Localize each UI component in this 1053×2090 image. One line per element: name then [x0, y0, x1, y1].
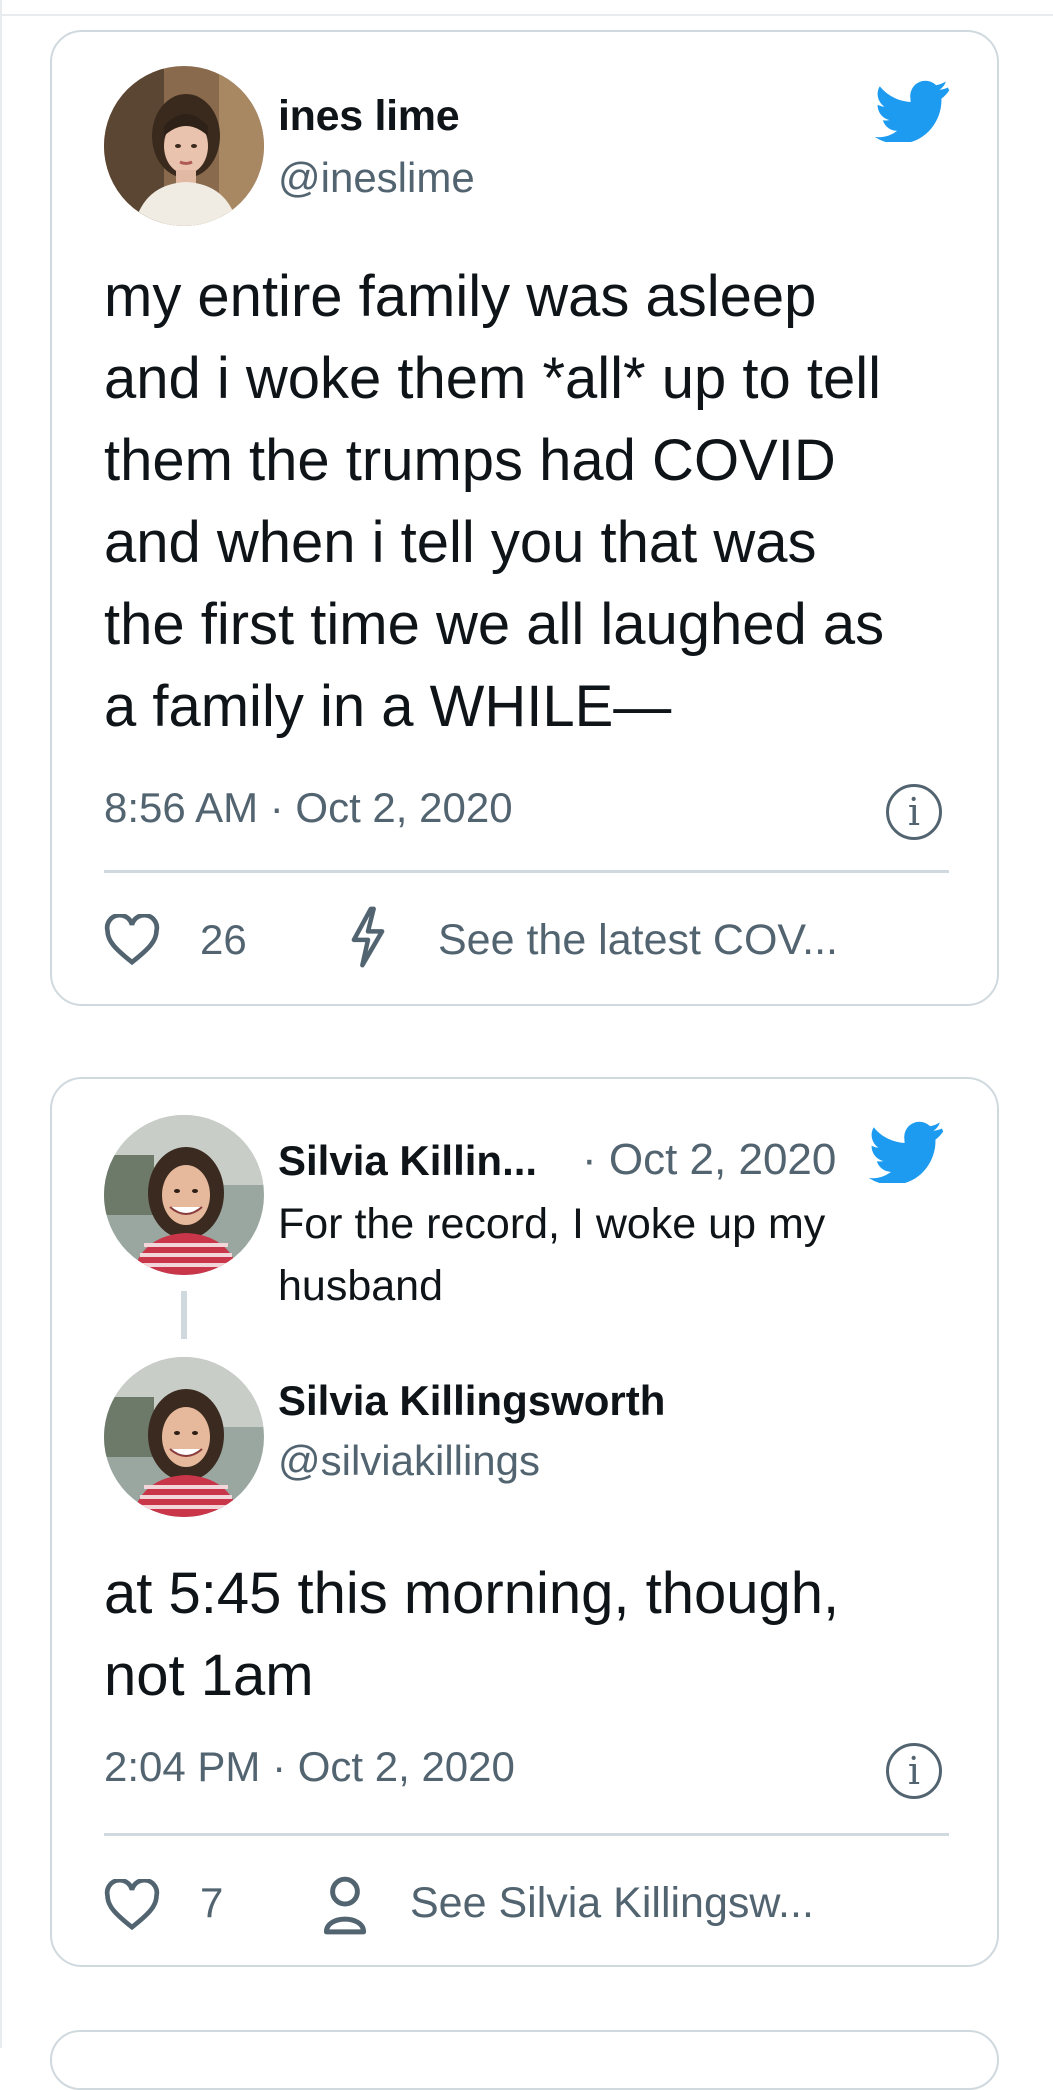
tweet-card[interactable]	[50, 2030, 999, 2090]
tweet-line: a family in a WHILE—	[104, 674, 672, 739]
avatar[interactable]	[104, 1357, 264, 1517]
heart-icon[interactable]	[104, 914, 160, 966]
tweet-line: and when i tell you that was	[104, 510, 817, 575]
person-icon[interactable]	[320, 1873, 370, 1935]
avatar[interactable]	[104, 66, 264, 226]
thread-connector	[181, 1291, 187, 1339]
see-profile-link[interactable]: See Silvia Killingsw...	[410, 1879, 814, 1928]
tweet-line: my entire family was asleep	[104, 264, 817, 329]
tweet-line: at 5:45 this morning, though,	[104, 1561, 840, 1626]
tweet-card[interactable]: ines lime @ineslime my entire family was…	[50, 30, 999, 1006]
info-icon[interactable]: i	[886, 1743, 942, 1799]
tweet-line: and i woke them *all* up to tell	[104, 346, 881, 411]
quoted-line: For the record, I woke up my	[278, 1200, 826, 1248]
info-icon[interactable]: i	[886, 784, 942, 840]
tweet-line: them the trumps had COVID	[104, 428, 836, 493]
like-count[interactable]: 7	[200, 1879, 223, 1927]
twitter-bird-icon[interactable]	[868, 1121, 944, 1183]
top-divider	[0, 14, 1053, 16]
tweet-line: not 1am	[104, 1643, 314, 1708]
divider	[104, 870, 949, 873]
quoted-date[interactable]: · Oct 2, 2020	[582, 1135, 836, 1185]
avatar[interactable]	[104, 1115, 264, 1275]
quoted-line: husband	[278, 1262, 443, 1310]
twitter-bird-icon[interactable]	[874, 80, 950, 142]
tweet-text: at 5:45 this morning, though, not 1am	[104, 1553, 839, 1717]
lightning-icon[interactable]	[348, 906, 388, 968]
divider	[104, 1833, 949, 1836]
tweet-timestamp[interactable]: 2:04 PM · Oct 2, 2020	[104, 1743, 515, 1791]
author-handle[interactable]: @ineslime	[278, 154, 475, 202]
like-count[interactable]: 26	[200, 916, 247, 964]
see-latest-link[interactable]: See the latest COV...	[438, 916, 838, 965]
tweet-line: the first time we all laughed as	[104, 592, 885, 657]
quoted-text: For the record, I woke up my husband	[278, 1193, 825, 1317]
author-name[interactable]: ines lime	[278, 92, 460, 141]
quoted-author-name[interactable]: Silvia Killin...	[278, 1137, 537, 1185]
author-handle[interactable]: @silviakillings	[278, 1437, 540, 1485]
author-name[interactable]: Silvia Killingsworth	[278, 1377, 665, 1425]
tweet-card[interactable]: Silvia Killin... · Oct 2, 2020 For the r…	[50, 1077, 999, 1967]
tweet-text: my entire family was asleep and i woke t…	[104, 256, 884, 748]
left-divider	[0, 0, 2, 2048]
tweet-timestamp[interactable]: 8:56 AM · Oct 2, 2020	[104, 784, 513, 832]
heart-icon[interactable]	[104, 1879, 160, 1931]
